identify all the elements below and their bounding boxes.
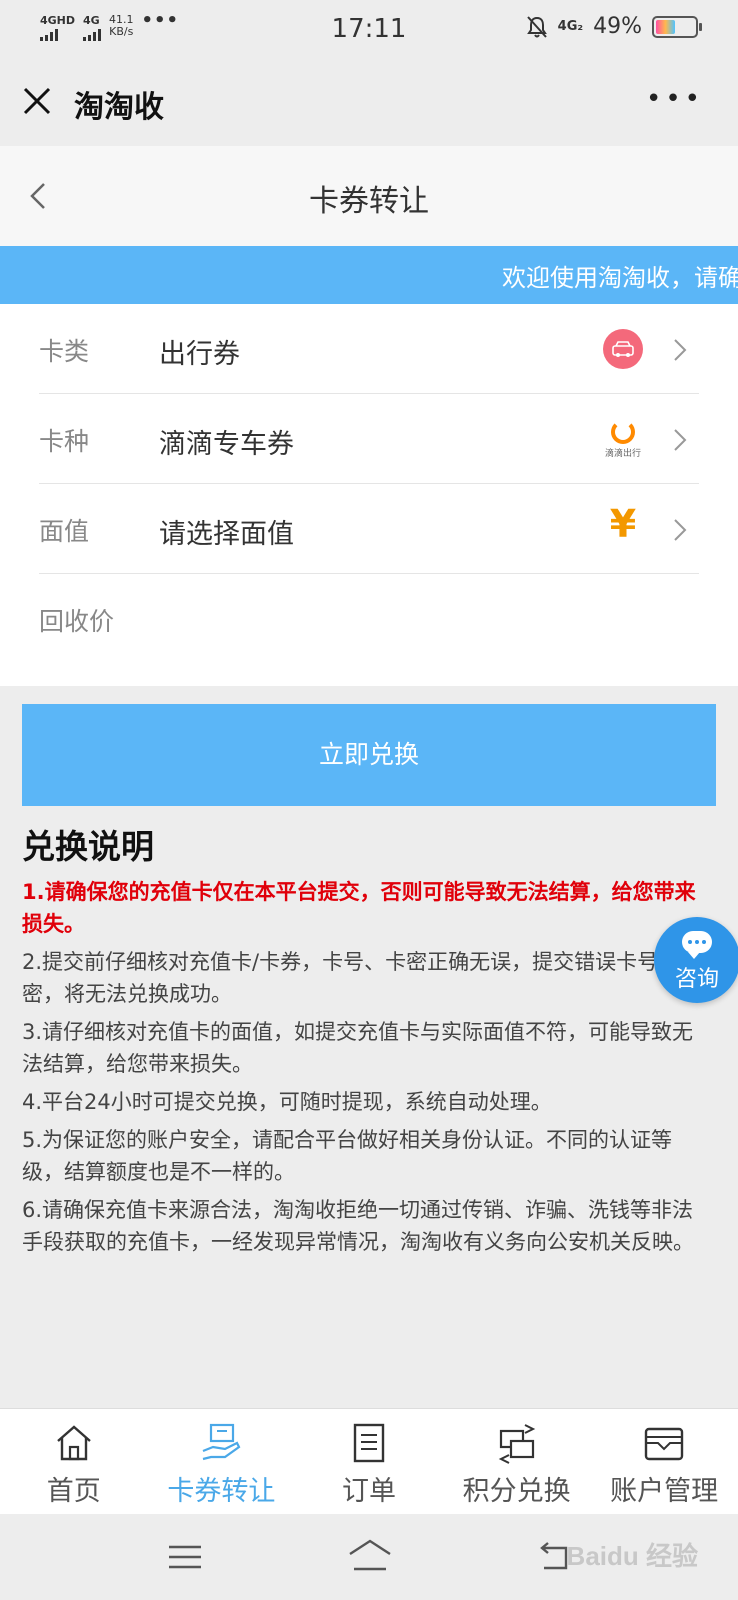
order-icon	[353, 1423, 385, 1463]
wallet-icon	[644, 1427, 684, 1461]
network-label-3: 4G₂	[557, 19, 584, 34]
page-title: 卡券转让	[309, 184, 429, 219]
notice-marquee: 欢迎使用淘淘收，请确	[0, 246, 738, 304]
baidu-watermark: Baidu 经验	[566, 1541, 698, 1571]
app-title: 淘淘收	[74, 90, 164, 125]
notes-title: 兑换说明	[22, 827, 154, 866]
card-transfer-icon	[202, 1423, 241, 1461]
consult-label: 咨询	[674, 967, 719, 992]
page-header: 卡券转让	[0, 146, 738, 246]
battery-icon	[652, 15, 702, 38]
note-item: 6.请确保充值卡来源合法，淘淘收拒绝一切通过传销、诈骗、洗钱等非法手段获取的充值…	[22, 1198, 694, 1254]
exchange-notes: 兑换说明 1.请确保您的充值卡仅在本平台提交，否则可能导致无法结算，给您带来损失…	[22, 820, 702, 1264]
chevron-right-icon	[674, 519, 687, 541]
menu-icon[interactable]	[168, 1544, 202, 1570]
chat-bubble-icon	[682, 931, 712, 959]
chevron-right-icon	[674, 429, 687, 451]
mute-bell-icon	[526, 15, 547, 38]
note-item: 3.请仔细核对充值卡的面值，如提交充值卡与实际面值不符，可能导致无法结算，给您带…	[22, 1020, 694, 1076]
marquee-text: 欢迎使用淘淘收，请确	[502, 264, 738, 292]
row-card-type[interactable]: 卡种 滴滴专车券 滴滴出行	[39, 394, 699, 484]
didi-logo-icon: 滴滴出行	[603, 416, 643, 460]
system-home-icon[interactable]	[346, 1538, 394, 1572]
card-category-value: 出行券	[159, 339, 240, 370]
more-menu-icon[interactable]: •••	[646, 86, 704, 112]
didi-logo-text: 滴滴出行	[604, 449, 641, 459]
tab-home-label: 首页	[46, 1476, 101, 1507]
yen-icon: ¥	[609, 502, 637, 546]
row-card-category[interactable]: 卡类 出行券	[39, 304, 699, 394]
tab-home[interactable]: 首页	[0, 1409, 148, 1514]
face-value-label: 面值	[39, 517, 90, 546]
tab-account-label: 账户管理	[610, 1476, 719, 1507]
tab-card-transfer-label: 卡券转让	[167, 1476, 276, 1507]
row-face-value[interactable]: 面值 请选择面值 ¥	[39, 484, 699, 574]
close-icon[interactable]	[22, 86, 52, 116]
note-item: 2.提交前仔细核对充值卡/卡券，卡号、卡密正确无误，提交错误卡号、卡密，将无法兑…	[22, 950, 701, 1006]
note-item: 4.平台24小时可提交兑换，可随时提现，系统自动处理。	[22, 1090, 552, 1114]
consult-button[interactable]: 咨询	[654, 917, 738, 1003]
battery-percent: 49%	[593, 14, 642, 39]
tab-points-exchange-label: 积分兑换	[462, 1476, 571, 1507]
points-exchange-icon	[498, 1424, 535, 1464]
note-item: 1.请确保您的充值卡仅在本平台提交，否则可能导致无法结算，给您带来损失。	[22, 880, 696, 936]
recycle-price-label: 回收价	[39, 607, 115, 636]
system-nav-bar: Baidu 经验	[0, 1514, 738, 1600]
card-form: 卡类 出行券 卡种 滴滴专车券 滴滴出行 面值 请选择面值 ¥ 回收价	[0, 304, 738, 686]
app-bar: 淘淘收 •••	[0, 58, 738, 146]
row-recycle-price: 回收价	[39, 574, 699, 664]
bottom-tab-bar: 首页 卡券转让 订单 积分兑换 账户管理	[0, 1408, 738, 1514]
tab-card-transfer[interactable]: 卡券转让	[148, 1409, 296, 1514]
note-item: 5.为保证您的账户安全，请配合平台做好相关身份认证。不同的认证等级，结算额度也是…	[22, 1128, 673, 1184]
status-right: 4G₂ 49%	[526, 14, 702, 39]
exchange-now-button[interactable]: 立即兑换	[22, 704, 716, 806]
status-bar: 4GHD 4G 41.1 KB/s ••• 17:11 4G₂ 49%	[0, 0, 738, 58]
card-type-label: 卡种	[39, 427, 90, 456]
home-icon	[57, 1425, 91, 1461]
tab-orders-label: 订单	[341, 1476, 396, 1507]
tab-points-exchange[interactable]: 积分兑换	[443, 1409, 591, 1514]
chevron-right-icon	[674, 339, 687, 361]
card-type-value: 滴滴专车券	[159, 429, 294, 460]
tab-account[interactable]: 账户管理	[590, 1409, 738, 1514]
card-category-label: 卡类	[39, 337, 90, 366]
tab-orders[interactable]: 订单	[295, 1409, 443, 1514]
face-value-select: 请选择面值	[159, 519, 294, 550]
car-icon	[603, 329, 643, 369]
